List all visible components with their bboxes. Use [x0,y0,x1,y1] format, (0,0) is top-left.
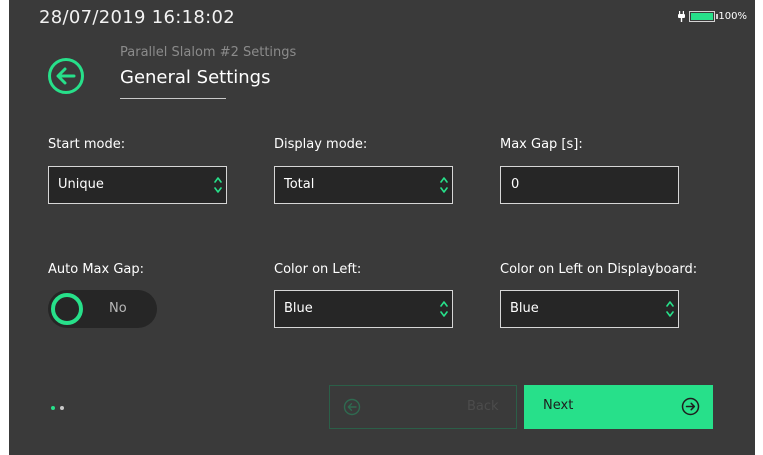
start-mode-label: Start mode: [48,137,126,152]
chevron-up-down-icon [214,177,222,193]
chevron-up-down-icon [440,301,448,317]
arrow-left-circle-icon [343,398,361,416]
back-button-label: Back [467,399,499,414]
next-button[interactable]: Next [524,385,713,429]
color-on-left-displayboard-value: Blue [510,301,539,316]
next-button-label: Next [543,398,574,413]
title-underline [120,98,226,99]
settings-screen: 28/07/2019 16:18:02 100% Parallel Slalom… [9,0,755,455]
start-mode-select[interactable]: Unique [48,166,227,204]
chevron-up-down-icon [666,301,674,317]
auto-max-gap-label: Auto Max Gap: [48,262,144,277]
arrow-right-circle-icon [681,397,700,416]
display-mode-select[interactable]: Total [274,166,453,204]
arrow-left-circle-icon[interactable] [47,57,85,95]
color-on-left-displayboard-select[interactable]: Blue [500,290,679,328]
battery-level-fill [691,13,714,20]
status-datetime: 28/07/2019 16:18:02 [39,7,236,28]
pager-dot [60,406,64,410]
color-on-left-displayboard-label: Color on Left on Displayboard: [500,262,698,277]
battery-percent: 100% [718,11,747,22]
start-mode-value: Unique [58,177,104,192]
page-subtitle: Parallel Slalom #2 Settings [120,45,297,60]
plug-icon [678,11,686,22]
max-gap-input[interactable]: 0 [500,166,679,204]
toggle-knob [51,293,83,325]
display-mode-value: Total [284,177,315,192]
toggle-state-label: No [109,301,127,316]
battery-icon [689,11,719,22]
display-mode-label: Display mode: [274,137,368,152]
color-on-left-value: Blue [284,301,313,316]
page-title: General Settings [120,67,271,88]
color-on-left-select[interactable]: Blue [274,290,453,328]
chevron-up-down-icon [440,177,448,193]
max-gap-label: Max Gap [s]: [500,137,583,152]
pager-dot-active [51,406,55,410]
auto-max-gap-toggle[interactable]: No [48,290,157,328]
color-on-left-label: Color on Left: [274,262,362,277]
battery-status: 100% [677,11,747,22]
back-button[interactable]: Back [329,385,517,429]
